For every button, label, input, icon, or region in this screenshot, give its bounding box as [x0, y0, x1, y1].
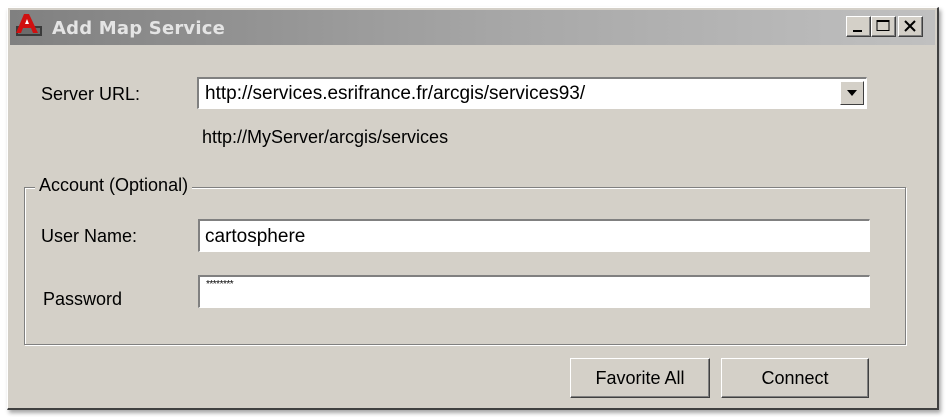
server-url-value[interactable]: http://services.esrifrance.fr/arcgis/ser… [205, 83, 585, 105]
autocad-app-icon [16, 14, 42, 36]
password-field[interactable]: ******** [198, 275, 870, 308]
username-field[interactable]: cartosphere [198, 219, 870, 252]
maximize-icon [876, 20, 890, 31]
username-label: User Name: [41, 226, 138, 246]
server-url-combobox[interactable]: http://services.esrifrance.fr/arcgis/ser… [197, 77, 867, 109]
minimize-button[interactable] [846, 16, 871, 37]
window-title: Add Map Service [52, 18, 226, 39]
password-value[interactable]: ******** [206, 279, 234, 290]
minimize-icon [853, 30, 862, 32]
title-bar[interactable]: Add Map Service [10, 10, 935, 45]
connect-button[interactable]: Connect [721, 358, 869, 398]
close-icon [904, 20, 916, 32]
chevron-down-icon [847, 90, 857, 96]
server-url-example-hint: http://MyServer/arcgis/services [202, 127, 449, 147]
maximize-button[interactable] [871, 16, 896, 37]
server-url-dropdown-button[interactable] [840, 81, 864, 105]
favorite-all-button[interactable]: Favorite All [570, 358, 710, 398]
username-value[interactable]: cartosphere [205, 226, 305, 248]
close-button[interactable] [898, 16, 923, 37]
account-group-legend: Account (Optional) [35, 175, 193, 196]
add-map-service-dialog: Add Map Service Server URL: http://servi… [7, 7, 939, 410]
account-groupbox [24, 187, 906, 345]
server-url-label: Server URL: [41, 84, 141, 104]
password-label: Password [43, 289, 123, 309]
